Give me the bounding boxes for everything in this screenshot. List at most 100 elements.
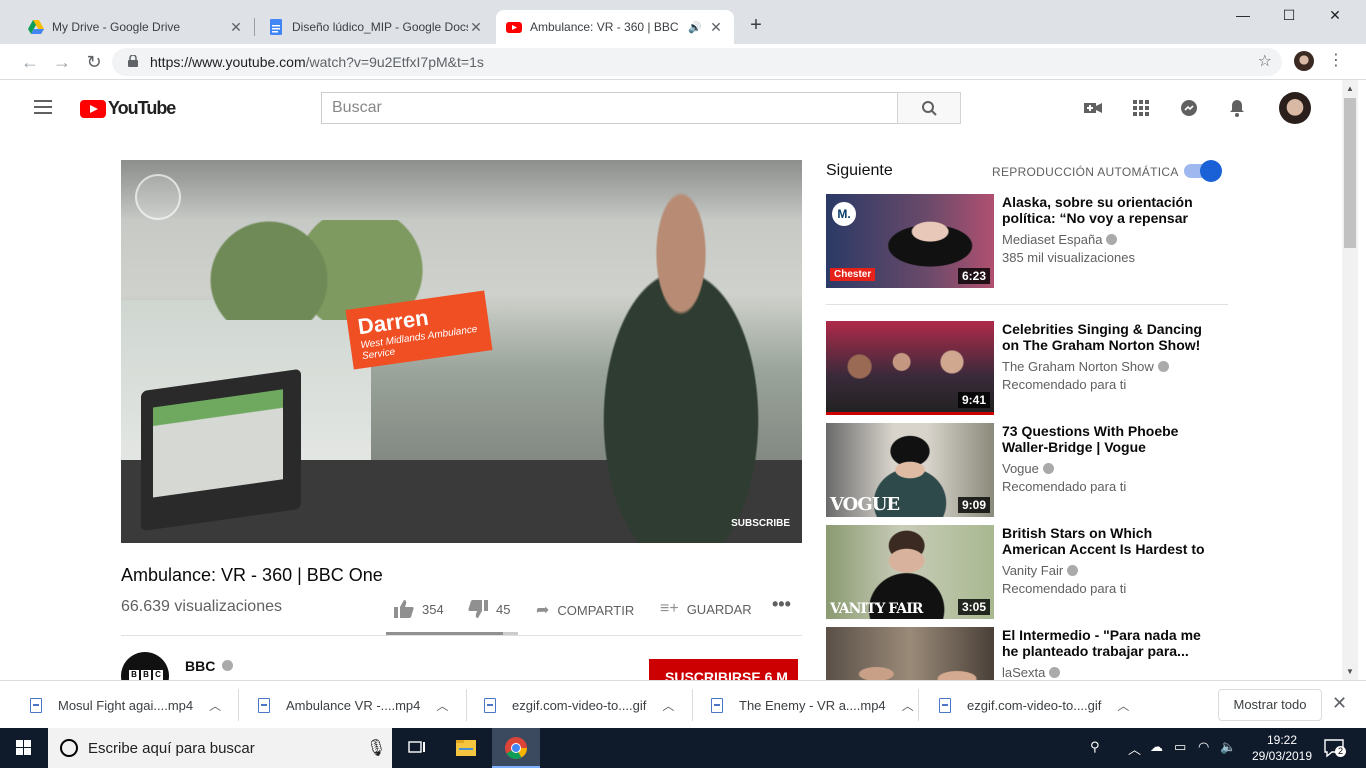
more-vert-icon[interactable]: ⋮ bbox=[1328, 50, 1344, 70]
chevron-up-icon[interactable]: ︿ bbox=[209, 697, 221, 714]
vr-pan-control-icon[interactable] bbox=[135, 174, 181, 220]
recommendation-item[interactable]: M. Chester 6:23 Alaska, sobre su orienta… bbox=[826, 194, 1226, 288]
tab-youtube[interactable]: Ambulance: VR - 360 | BBC One - YouTube … bbox=[496, 10, 734, 44]
channel-name[interactable]: The Graham Norton Show bbox=[1002, 359, 1169, 374]
scroll-down-icon[interactable]: ▼ bbox=[1346, 667, 1354, 676]
download-item[interactable]: Mosul Fight agai....mp4 ︿ bbox=[30, 681, 221, 729]
close-icon[interactable]: ✕ bbox=[708, 19, 724, 36]
back-icon[interactable]: ← bbox=[18, 50, 42, 74]
save-button[interactable]: ≡+ GUARDAR bbox=[660, 600, 752, 618]
chevron-up-icon[interactable]: ︿ bbox=[1128, 739, 1141, 758]
minimize-button[interactable]: — bbox=[1220, 4, 1266, 28]
notifications-bell-icon[interactable] bbox=[1225, 96, 1249, 120]
search-button[interactable] bbox=[897, 92, 961, 124]
chevron-up-icon[interactable]: ︿ bbox=[436, 697, 448, 714]
wifi-icon[interactable]: ◠ bbox=[1198, 739, 1209, 755]
profile-avatar[interactable] bbox=[1294, 51, 1314, 71]
download-filename: ezgif.com-video-to....gif bbox=[967, 697, 1102, 713]
divider bbox=[121, 635, 802, 636]
share-button[interactable]: ➦ COMPARTIR bbox=[536, 600, 634, 620]
recommendation-item[interactable]: El Intermedio - "Para nada me he plantea… bbox=[826, 627, 1226, 680]
file-explorer-icon[interactable] bbox=[442, 728, 490, 768]
like-button[interactable]: 354 bbox=[394, 600, 444, 618]
video-thumbnail[interactable] bbox=[826, 627, 994, 680]
people-icon[interactable]: ⚲ bbox=[1090, 739, 1100, 755]
chrome-taskbar-icon[interactable] bbox=[492, 728, 540, 768]
tab-google-docs[interactable]: Diseño lúdico_MIP - Google Docs ✕ bbox=[258, 10, 494, 44]
divider bbox=[238, 689, 239, 721]
subscribe-watermark[interactable]: SUBSCRIBE bbox=[731, 518, 790, 529]
video-thumbnail[interactable]: VANITY FAIR 3:05 bbox=[826, 525, 994, 619]
video-title[interactable]: Celebrities Singing & Dancing on The Gra… bbox=[1002, 321, 1212, 353]
task-view-icon[interactable] bbox=[392, 728, 440, 768]
video-title[interactable]: El Intermedio - "Para nada me he plantea… bbox=[1002, 627, 1212, 659]
download-item[interactable]: ezgif.com-video-to....gif ︿ bbox=[484, 681, 674, 729]
taskbar-search[interactable]: Escribe aquí para buscar 🎙 bbox=[48, 728, 392, 768]
video-thumbnail[interactable]: VOGUE 9:09 bbox=[826, 423, 994, 517]
scrollbar-thumb[interactable] bbox=[1344, 98, 1356, 248]
video-thumbnail[interactable]: 9:41 bbox=[826, 321, 994, 415]
address-bar[interactable]: https://www.youtube.com/watch?v=9u2EtfxI… bbox=[112, 48, 1282, 76]
forward-icon[interactable]: → bbox=[50, 50, 74, 74]
new-tab-button[interactable]: + bbox=[744, 14, 768, 38]
video-title[interactable]: 73 Questions With Phoebe Waller-Bridge |… bbox=[1002, 423, 1212, 455]
tab-google-drive[interactable]: My Drive - Google Drive ✕ bbox=[18, 10, 255, 44]
subscribe-button[interactable]: SUSCRIBIRSE 6 M bbox=[649, 659, 798, 680]
close-icon[interactable]: ✕ bbox=[468, 19, 484, 36]
bookmark-star-icon[interactable]: ☆ bbox=[1258, 51, 1272, 71]
reload-icon[interactable]: ↻ bbox=[82, 50, 106, 74]
channel-avatar[interactable]: B B C bbox=[121, 652, 169, 680]
battery-icon[interactable]: ▭ bbox=[1174, 739, 1186, 755]
maximize-button[interactable]: ☐ bbox=[1266, 4, 1312, 28]
more-horiz-icon[interactable]: ••• bbox=[772, 594, 791, 615]
show-all-downloads-button[interactable]: Mostrar todo bbox=[1218, 689, 1322, 721]
close-icon[interactable]: ✕ bbox=[228, 19, 244, 36]
action-center-icon[interactable]: 2 bbox=[1322, 736, 1346, 760]
verified-icon bbox=[1049, 667, 1061, 678]
download-item[interactable]: Ambulance VR -....mp4 ︿ bbox=[258, 681, 448, 729]
recommendation-item[interactable]: VANITY FAIR 3:05 British Stars on Which … bbox=[826, 525, 1226, 619]
video-meta: Recomendado para ti bbox=[1002, 377, 1127, 392]
video-title[interactable]: British Stars on Which American Accent I… bbox=[1002, 525, 1212, 557]
video-duration: 9:09 bbox=[957, 497, 990, 513]
chevron-up-icon[interactable]: ︿ bbox=[662, 697, 674, 714]
video-title: Ambulance: VR - 360 | BBC One bbox=[121, 565, 383, 585]
volume-muted-icon[interactable]: 🔈 bbox=[1220, 739, 1236, 755]
page-scrollbar[interactable]: ▲ ▼ bbox=[1342, 80, 1358, 680]
menu-icon[interactable] bbox=[34, 100, 52, 114]
close-window-button[interactable]: ✕ bbox=[1312, 4, 1358, 28]
channel-name[interactable]: laSexta bbox=[1002, 665, 1061, 680]
video-thumbnail[interactable]: M. Chester 6:23 bbox=[826, 194, 994, 288]
channel-name[interactable]: BBC bbox=[185, 658, 234, 674]
autoplay-toggle[interactable] bbox=[1184, 160, 1222, 182]
youtube-logo[interactable]: YouTube bbox=[80, 98, 176, 119]
upload-video-icon[interactable] bbox=[1081, 96, 1105, 120]
system-clock[interactable]: 19:22 29/03/2019 bbox=[1250, 732, 1314, 764]
file-icon bbox=[939, 697, 951, 713]
channel-name[interactable]: Vogue bbox=[1002, 461, 1054, 476]
channel-name[interactable]: Vanity Fair bbox=[1002, 563, 1079, 578]
close-icon[interactable]: ✕ bbox=[1332, 693, 1347, 714]
chevron-up-icon[interactable]: ︿ bbox=[1117, 697, 1129, 714]
channel-name[interactable]: Mediaset España bbox=[1002, 232, 1118, 247]
download-item[interactable]: ezgif.com-video-to....gif ︿ bbox=[939, 681, 1129, 729]
onedrive-cloud-icon[interactable]: ☁ bbox=[1150, 739, 1163, 755]
video-title[interactable]: Alaska, sobre su orientación política: “… bbox=[1002, 194, 1212, 226]
video-duration: 6:23 bbox=[957, 268, 990, 284]
download-item[interactable]: The Enemy - VR a....mp4 ︿ bbox=[711, 681, 914, 729]
channel-name-text: BBC bbox=[185, 658, 216, 674]
apps-grid-icon[interactable] bbox=[1129, 96, 1153, 120]
speaker-icon[interactable]: 🔊 bbox=[688, 21, 702, 34]
microphone-icon[interactable]: 🎙 bbox=[366, 738, 386, 758]
messages-icon[interactable] bbox=[1177, 96, 1201, 120]
verified-icon bbox=[1157, 361, 1169, 372]
search-input[interactable]: Buscar bbox=[321, 92, 897, 124]
scroll-up-icon[interactable]: ▲ bbox=[1346, 84, 1354, 93]
video-player[interactable]: Darren West Midlands Ambulance Service S… bbox=[121, 160, 802, 543]
recommendation-item[interactable]: 9:41 Celebrities Singing & Dancing on Th… bbox=[826, 321, 1226, 415]
recommendation-item[interactable]: VOGUE 9:09 73 Questions With Phoebe Wall… bbox=[826, 423, 1226, 517]
chevron-up-icon[interactable]: ︿ bbox=[902, 697, 914, 714]
account-avatar[interactable] bbox=[1279, 92, 1311, 124]
windows-start-icon[interactable] bbox=[0, 728, 48, 768]
dislike-button[interactable]: 45 bbox=[468, 600, 510, 618]
